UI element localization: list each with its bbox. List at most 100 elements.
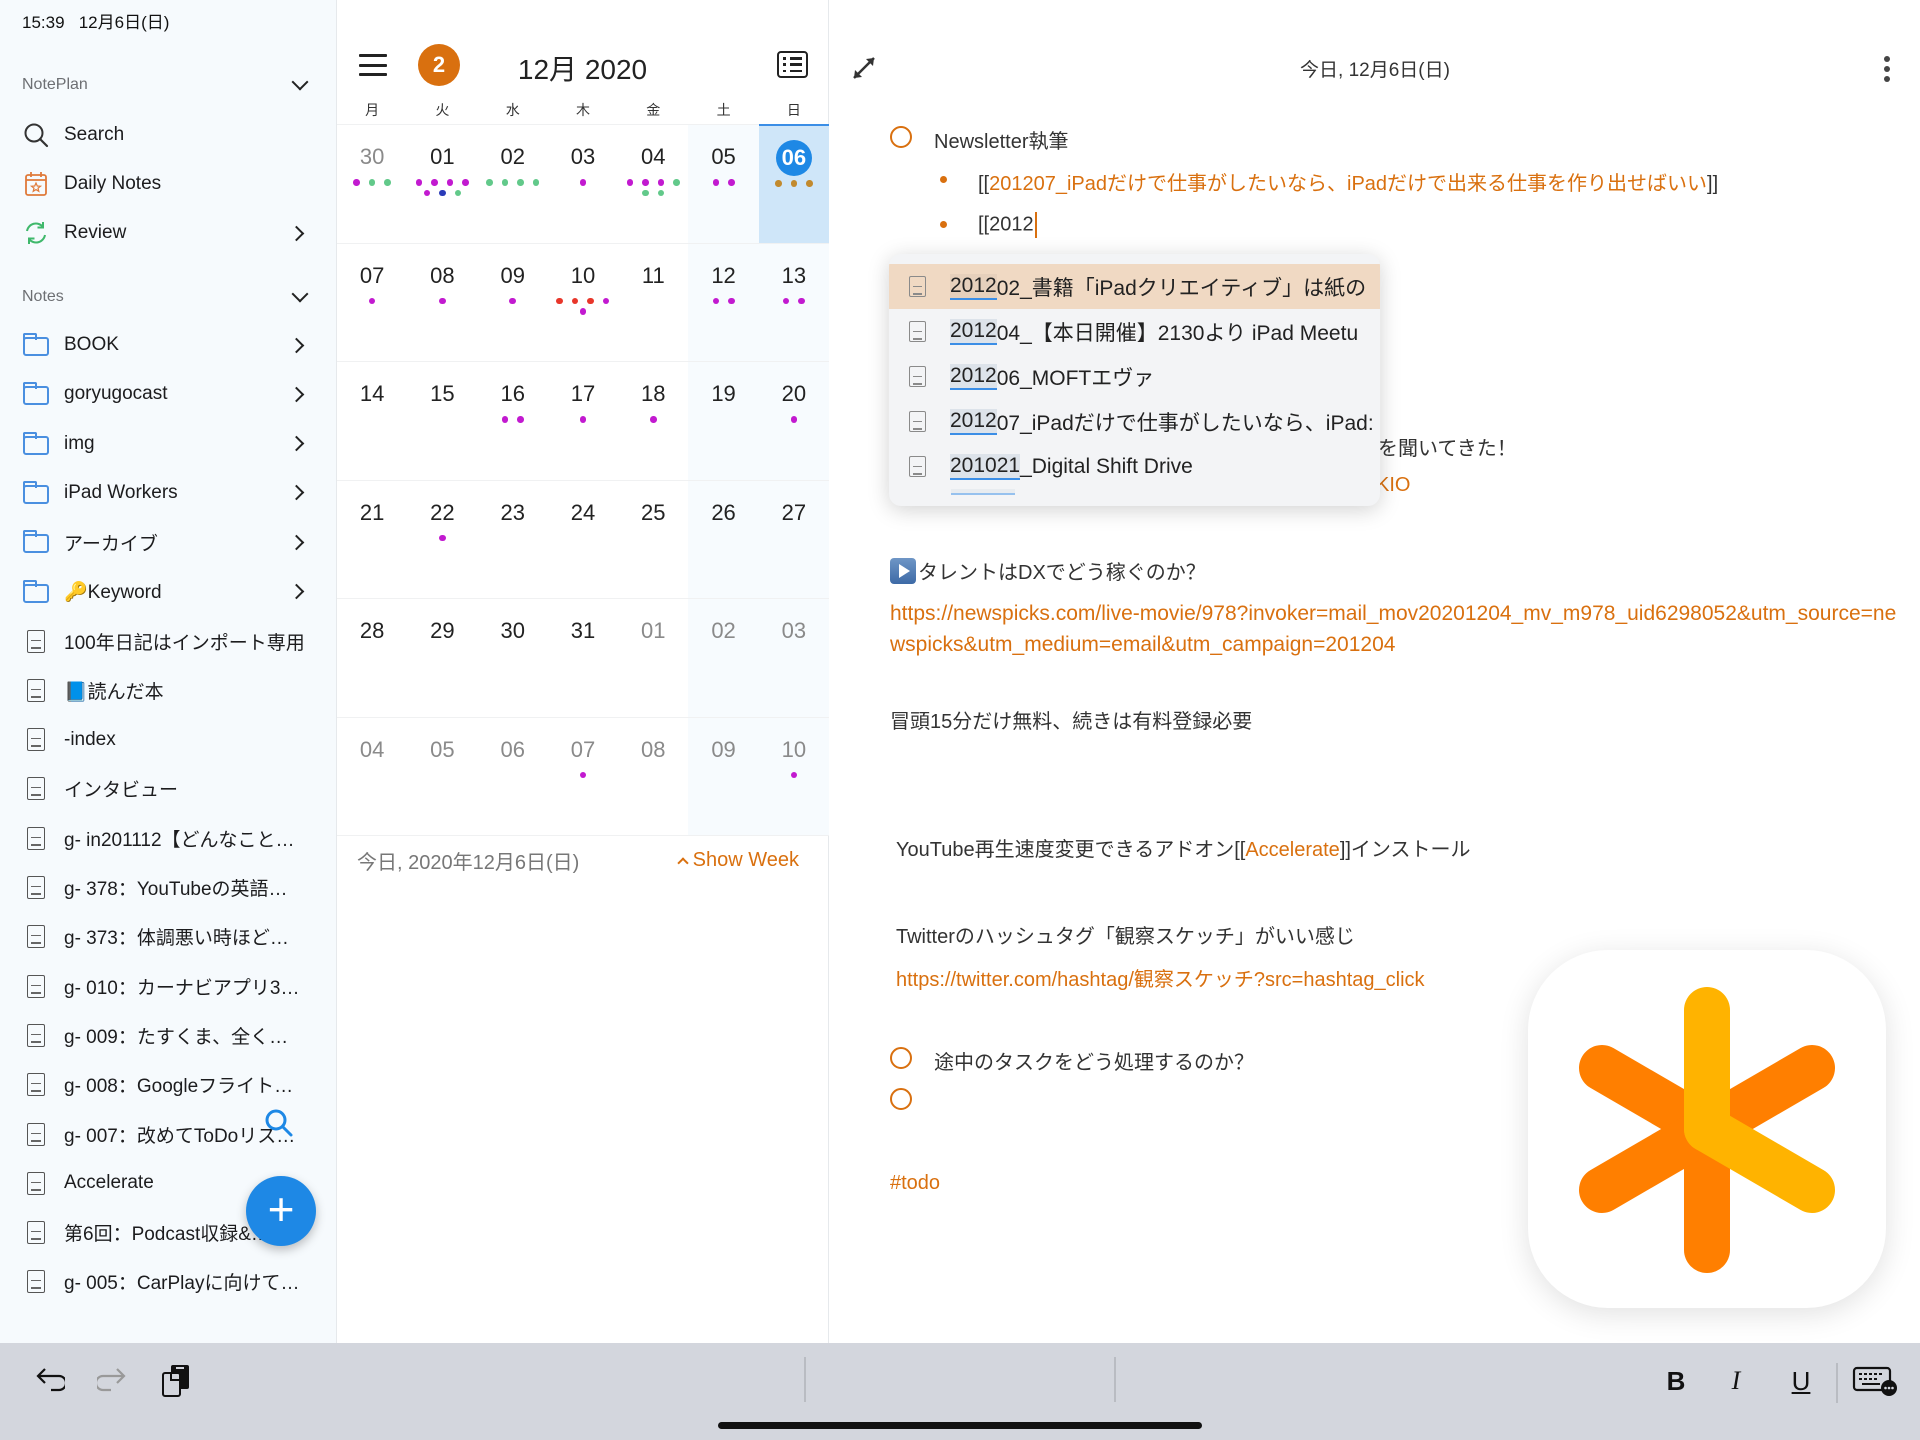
task-checkbox[interactable] [890, 1047, 912, 1069]
calendar-day[interactable]: 08 [407, 242, 478, 362]
sidebar-note[interactable]: -index [22, 720, 306, 760]
task-checkbox[interactable] [890, 1088, 912, 1110]
bold-button[interactable]: B [1658, 1363, 1694, 1399]
undo-button[interactable] [32, 1363, 68, 1399]
calendar-day[interactable]: 23 [477, 479, 548, 599]
folder-icon [22, 430, 50, 458]
calendar-day[interactable]: 30 [477, 598, 548, 717]
chevron-down-icon[interactable] [291, 73, 309, 91]
calendar-day[interactable]: 30 [337, 124, 408, 243]
calendar-day[interactable]: 29 [407, 598, 478, 717]
calendar-day[interactable]: 05 [688, 124, 759, 243]
list-view-icon[interactable] [777, 51, 808, 78]
calendar-day[interactable]: 12 [688, 242, 759, 361]
wiki-link[interactable]: 201207_iPadだけで仕事がしたいなら、iPadだけで出来る仕事を作り出せ… [989, 173, 1707, 195]
calendar-day[interactable]: 31 [547, 598, 619, 717]
sidebar-folder[interactable]: アーカイブ [22, 522, 306, 562]
calendar-month-title[interactable]: 12月 2020 [337, 48, 828, 88]
hashtag[interactable]: #todo [890, 1172, 940, 1195]
autocomplete-item[interactable]: 201021 _Digital Shift Drive [889, 444, 1380, 489]
calendar-day[interactable]: 06 [477, 716, 548, 836]
autocomplete-item[interactable]: 2012 04_【本日開催】2130より iPad Meetu [889, 309, 1380, 354]
sidebar-note[interactable]: g- 373：体調悪い時ほど日… [22, 917, 306, 957]
calendar-day[interactable]: 10 [758, 716, 829, 835]
calendar-day[interactable]: 07 [547, 716, 619, 836]
sidebar-note[interactable]: インタビュー [22, 769, 306, 809]
calendar-day[interactable]: 15 [407, 361, 478, 480]
calendar-day[interactable]: 20 [758, 361, 829, 480]
keyboard-options-button[interactable] [1850, 1363, 1900, 1399]
autocomplete-item[interactable]: 2012 02_書籍「iPadクリエイティブ」は紙の [889, 264, 1380, 309]
calendar-day[interactable]: 28 [337, 598, 408, 717]
sidebar-item-search[interactable]: Search [22, 115, 306, 155]
sidebar-folder[interactable]: BOOK [22, 325, 306, 365]
wiki-link[interactable]: Accelerate [1245, 839, 1340, 861]
home-indicator[interactable] [718, 1422, 1202, 1429]
calendar-day[interactable]: 27 [758, 479, 829, 598]
calendar-day[interactable]: 02 [477, 124, 548, 243]
calendar-day[interactable]: 17 [547, 361, 619, 480]
sidebar-folder[interactable]: goryugocast [22, 374, 306, 414]
paste-button[interactable] [158, 1363, 194, 1399]
calendar-day[interactable]: 21 [337, 479, 408, 599]
sidebar-note[interactable]: 📘読んだ本 [22, 670, 306, 710]
calendar-day[interactable]: 06 [758, 124, 829, 243]
wiki-link-line[interactable]: [[201207_iPadだけで仕事がしたいなら、iPadだけで出来る仕事を作り… [978, 167, 1718, 196]
calendar-day[interactable]: 01 [407, 124, 478, 243]
sidebar-note[interactable]: g- in201112【どんなこと… [22, 818, 306, 858]
notes-section-header[interactable]: Notes [22, 285, 314, 306]
twitter-link[interactable]: https://twitter.com/hashtag/観察スケッチ?src=h… [896, 963, 1425, 992]
newspicks-link[interactable]: https://newspicks.com/live-movie/978?inv… [890, 598, 1900, 660]
show-week-button[interactable]: Show Week [676, 849, 799, 872]
calendar-day[interactable]: 22 [407, 479, 478, 599]
autocomplete-item-partial[interactable] [889, 489, 1380, 506]
calendar-day[interactable]: 10 [547, 242, 619, 362]
calendar-day[interactable]: 11 [618, 242, 689, 362]
more-options-icon[interactable] [1884, 56, 1890, 82]
calendar-day[interactable]: 07 [337, 242, 408, 362]
sidebar-item-review[interactable]: Review [22, 213, 306, 253]
sidebar-note[interactable]: 100年日記はインポート専用 [22, 621, 306, 661]
calendar-day[interactable]: 24 [547, 479, 619, 599]
sidebar-folder[interactable]: img [22, 424, 306, 464]
chevron-down-icon[interactable] [291, 285, 309, 303]
search-icon[interactable] [264, 1108, 294, 1143]
calendar-day[interactable]: 03 [758, 598, 829, 717]
sidebar-note[interactable]: g- 009：たすくま、全く使… [22, 1015, 306, 1055]
sidebar-note[interactable]: g- 010：カーナビアプリ3… [22, 966, 306, 1006]
calendar-day[interactable]: 14 [337, 361, 408, 480]
calendar-day[interactable]: 13 [758, 242, 829, 361]
calendar-day[interactable]: 09 [688, 716, 759, 835]
noteplan-section-header[interactable]: NotePlan [22, 73, 314, 94]
calendar-day[interactable]: 08 [618, 716, 689, 836]
italic-button[interactable]: I [1718, 1363, 1754, 1399]
calendar-day[interactable]: 09 [477, 242, 548, 362]
new-note-button[interactable]: + [246, 1176, 316, 1246]
sidebar-folder[interactable]: iPad Workers [22, 473, 306, 513]
sidebar-folder[interactable]: 🔑Keyword [22, 572, 306, 612]
task-text[interactable]: Newsletter執筆 [934, 125, 1068, 154]
calendar-day[interactable]: 03 [547, 124, 619, 243]
autocomplete-item[interactable]: 2012 07_iPadだけで仕事がしたいなら、iPad: [889, 399, 1380, 444]
sidebar-note[interactable]: g- 008：Googleフライト… [22, 1065, 306, 1105]
calendar-day[interactable]: 16 [477, 361, 548, 480]
calendar-day[interactable]: 04 [618, 124, 689, 243]
sidebar-item-daily-notes[interactable]: Daily Notes [22, 164, 306, 204]
calendar-day[interactable]: 25 [618, 479, 689, 599]
calendar-day[interactable]: 26 [688, 479, 759, 598]
calendar-day[interactable]: 18 [618, 361, 689, 480]
sidebar-note[interactable]: g- 378：YouTubeの英語… [22, 868, 306, 908]
hidden-link-tail[interactable]: KIO [1376, 474, 1410, 497]
calendar-day[interactable]: 01 [618, 598, 689, 717]
calendar-day[interactable]: 05 [407, 716, 478, 836]
underline-button[interactable]: U [1783, 1363, 1819, 1399]
calendar-day[interactable]: 02 [688, 598, 759, 717]
task-checkbox[interactable] [890, 126, 912, 148]
autocomplete-item[interactable]: 2012 06_MOFTエヴァ [889, 354, 1380, 399]
sidebar-note[interactable]: g- 005：CarPlayに向けて… [22, 1262, 306, 1302]
task-text[interactable]: 途中のタスクをどう処理するのか？ [934, 1046, 1254, 1075]
calendar-day[interactable]: 19 [688, 361, 759, 480]
typing-line[interactable]: [[2012 [978, 212, 1037, 238]
calendar-day[interactable]: 04 [337, 716, 408, 836]
redo-button[interactable] [94, 1363, 130, 1399]
